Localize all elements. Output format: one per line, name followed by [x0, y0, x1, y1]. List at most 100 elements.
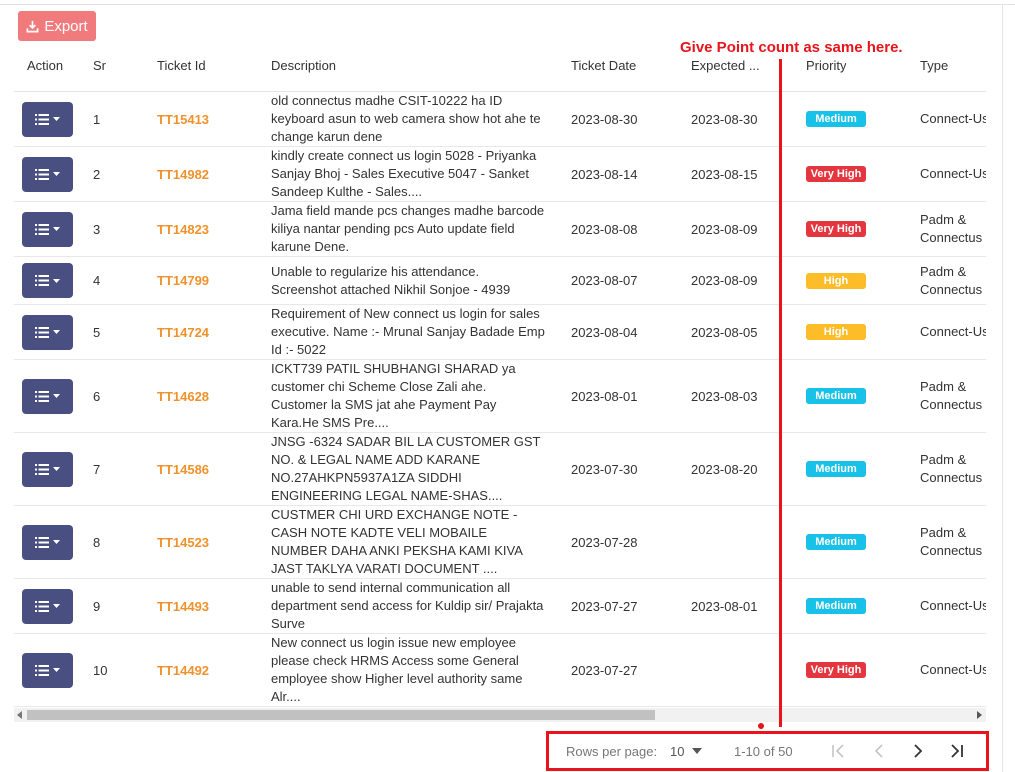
- ticket-id-link[interactable]: TT14493: [157, 579, 209, 633]
- caret-down-icon: [53, 330, 60, 334]
- caret-down-icon: [53, 604, 60, 608]
- table-row: 7 TT14586 JNSG -6324 SADAR BIL LA CUSTOM…: [14, 433, 986, 506]
- export-label: Export: [44, 17, 88, 35]
- row-action-button[interactable]: [22, 211, 73, 247]
- expected-date-cell: 2023-08-03: [691, 388, 758, 404]
- description-cell: unable to send internal communication al…: [271, 579, 546, 633]
- header-action[interactable]: Action: [27, 48, 63, 92]
- download-icon: [26, 20, 39, 32]
- header-description[interactable]: Description: [271, 48, 336, 92]
- header-sr[interactable]: Sr: [93, 48, 106, 92]
- sr-cell: 10: [93, 662, 108, 678]
- caret-down-icon: [53, 278, 60, 283]
- expected-date-cell: 2023-08-05: [691, 324, 758, 340]
- scrollbar-thumb[interactable]: [27, 710, 655, 720]
- description-text: unable to send internal communication al…: [271, 580, 544, 631]
- list-icon: [35, 275, 49, 286]
- description-cell: ICKT739 PATIL SHUBHANGI SHARAD ya custom…: [271, 360, 546, 432]
- ticket-id-link[interactable]: TT14492: [157, 634, 209, 706]
- description-cell: JNSG -6324 SADAR BIL LA CUSTOMER GST NO.…: [271, 433, 546, 505]
- row-action-button[interactable]: [22, 524, 73, 560]
- type-cell: Padm & Connectus: [920, 360, 982, 432]
- action-cell: [22, 92, 73, 146]
- list-icon: [35, 463, 49, 475]
- header-type[interactable]: Type: [920, 48, 948, 92]
- ticket-id-link[interactable]: TT14823: [157, 202, 209, 256]
- horizontal-scrollbar[interactable]: [14, 708, 986, 722]
- export-button[interactable]: Export: [18, 11, 96, 41]
- expected-date-cell: 2023-08-30: [691, 111, 758, 127]
- table-row: 2 TT14982 kindly create connect us login…: [14, 147, 986, 202]
- ticket-id-link[interactable]: TT14724: [157, 305, 209, 359]
- priority-cell: Very High: [806, 634, 866, 706]
- type-cell: Connect-Us: [920, 305, 986, 359]
- type-cell: Connect-Us: [920, 634, 986, 706]
- caret-down-icon: [53, 467, 60, 471]
- annotation-line: [779, 59, 782, 727]
- list-icon: [35, 600, 49, 612]
- table-row: 6 TT14628 ICKT739 PATIL SHUBHANGI SHARAD…: [14, 360, 986, 433]
- expected-date-cell: 2023-08-15: [691, 166, 758, 182]
- row-action-button[interactable]: [22, 451, 73, 487]
- type-text: Connect-Us: [920, 598, 986, 613]
- list-icon: [35, 168, 49, 180]
- type-cell: Connect-Us: [920, 579, 986, 633]
- priority-badge: High: [806, 272, 866, 289]
- priority-cell: Medium: [806, 506, 866, 578]
- row-action-button[interactable]: [22, 314, 73, 350]
- description-cell: CUSTMER CHI URD EXCHANGE NOTE - CASH NOT…: [271, 506, 546, 578]
- action-cell: [22, 634, 73, 706]
- ticket-id-link[interactable]: TT14586: [157, 433, 209, 505]
- caret-down-icon: [53, 394, 60, 398]
- sr-cell: 7: [93, 461, 101, 477]
- type-text-line2: Connectus: [920, 470, 983, 485]
- table-row: 9 TT14493 unable to send internal commun…: [14, 579, 986, 634]
- priority-badge: Medium: [806, 534, 866, 550]
- annotation-dot: [758, 723, 764, 729]
- list-icon: [35, 664, 49, 676]
- action-cell: [22, 147, 73, 201]
- ticket-date-cell: 2023-08-04: [571, 324, 638, 340]
- description-text: Jama field mande pcs changes madhe barco…: [271, 203, 545, 254]
- row-action-button[interactable]: [22, 156, 73, 192]
- type-text-line2: Connectus: [920, 230, 983, 245]
- type-text-line2: Connectus: [920, 397, 983, 412]
- priority-badge: Medium: [806, 111, 866, 127]
- type-text: Padm &: [920, 525, 967, 540]
- caret-down-icon: [53, 540, 60, 544]
- type-text: Padm &: [920, 263, 967, 279]
- priority-cell: Medium: [806, 433, 866, 505]
- ticket-date-cell: 2023-07-28: [571, 534, 638, 550]
- ticket-id-link[interactable]: TT14799: [157, 257, 209, 304]
- priority-badge: Medium: [806, 598, 866, 614]
- priority-badge: Very High: [806, 662, 866, 678]
- row-action-button[interactable]: [22, 588, 73, 624]
- description-cell: New connect us login issue new employee …: [271, 634, 546, 706]
- row-action-button[interactable]: [22, 101, 73, 137]
- description-text: CUSTMER CHI URD EXCHANGE NOTE - CASH NOT…: [271, 507, 523, 576]
- type-text: Connect-Us: [920, 662, 986, 677]
- caret-down-icon: [53, 668, 60, 672]
- sr-cell: 9: [93, 598, 101, 614]
- row-action-button[interactable]: [22, 652, 73, 688]
- scroll-right-arrow-icon[interactable]: [977, 711, 982, 719]
- expected-date-cell: 2023-08-20: [691, 461, 758, 477]
- ticket-id-link[interactable]: TT14628: [157, 360, 209, 432]
- ticket-id-link[interactable]: TT14523: [157, 506, 209, 578]
- row-action-button[interactable]: [22, 378, 73, 414]
- ticket-id-link[interactable]: TT15413: [157, 92, 209, 146]
- type-cell: Connect-Us: [920, 147, 986, 201]
- right-divider: [1002, 5, 1003, 772]
- sr-cell: 4: [93, 273, 101, 288]
- description-text: old connectus madhe CSIT-10222 ha ID key…: [271, 93, 541, 144]
- header-ticket-date[interactable]: Ticket Date: [571, 48, 636, 92]
- row-action-button[interactable]: [22, 263, 73, 298]
- header-ticket-id[interactable]: Ticket Id: [157, 48, 206, 92]
- priority-badge: Very High: [806, 221, 866, 237]
- caret-down-icon: [53, 117, 60, 121]
- scroll-left-arrow-icon[interactable]: [17, 711, 22, 719]
- action-cell: [22, 506, 73, 578]
- action-cell: [22, 305, 73, 359]
- ticket-id-link[interactable]: TT14982: [157, 147, 209, 201]
- table-row: 1 TT15413 old connectus madhe CSIT-10222…: [14, 92, 986, 147]
